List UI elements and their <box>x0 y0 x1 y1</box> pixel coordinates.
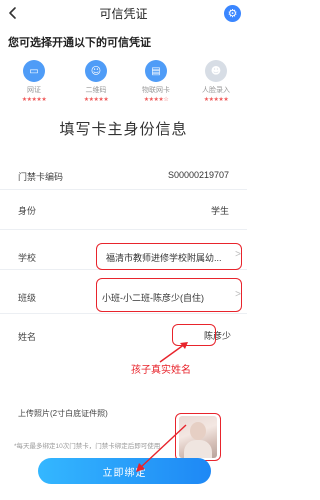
face-icon: ☻ <box>205 60 227 82</box>
photo-highlight <box>175 413 221 461</box>
identity-row: 身份 学生 <box>0 190 247 230</box>
option-face[interactable]: ☻ 人脸录入 ★★★★★ <box>188 60 244 103</box>
option-label: 网证 <box>27 87 41 94</box>
rating-stars: ★★★★☆ <box>143 96 169 103</box>
form-title: 填写卡主身份信息 <box>59 121 188 138</box>
card-number-label: 门禁卡编码 <box>18 172 64 182</box>
school-label: 学校 <box>18 253 37 263</box>
photo-upload-label: 上传照片(2寸白底证件照) <box>18 409 108 418</box>
option-iot-card[interactable]: ▤ 物联网卡 ★★★★☆ <box>128 60 184 103</box>
identity-value: 学生 <box>210 206 229 216</box>
class-highlight <box>96 278 242 312</box>
option-label: 二维码 <box>85 87 107 94</box>
name-highlight <box>172 324 216 346</box>
annotation-hint: 孩子真实姓名 <box>131 365 191 376</box>
settings-icon[interactable]: ⚙ <box>224 5 241 22</box>
binding-note: *每天最多绑定10次门禁卡，门禁卡绑定后即可使用 <box>14 443 161 450</box>
option-label: 物联网卡 <box>142 87 170 94</box>
rating-stars: ★★★★★ <box>203 96 229 103</box>
option-label: 人脸录入 <box>202 87 230 94</box>
rating-stars: ★★★★★ <box>21 96 47 103</box>
top-bar: 可信凭证 ⚙ <box>0 0 247 27</box>
back-arrow-icon[interactable] <box>6 6 20 20</box>
user-icon: ☺ <box>85 60 107 82</box>
page-title: 可信凭证 <box>99 7 148 21</box>
rating-stars: ★★★★★ <box>83 96 109 103</box>
card-number-row: 门禁卡编码 S00000219707 <box>0 160 247 190</box>
bind-now-button[interactable]: 立即绑定 <box>38 458 211 484</box>
credential-subtitle: 您可选择开通以下的可信凭证 <box>8 37 151 49</box>
id-card-icon: ▭ <box>23 60 45 82</box>
identity-label: 身份 <box>18 206 37 216</box>
option-net-id[interactable]: ▭ 网证 ★★★★★ <box>6 60 62 103</box>
class-label: 班级 <box>18 293 37 303</box>
school-highlight <box>96 243 242 270</box>
credential-options: ▭ 网证 ★★★★★ ☺ 二维码 ★★★★★ ▤ 物联网卡 ★★★★☆ ☻ 人脸… <box>0 60 247 110</box>
card-number-value: S00000219707 <box>167 170 229 180</box>
option-qrcode[interactable]: ☺ 二维码 ★★★★★ <box>68 60 124 103</box>
name-label: 姓名 <box>18 332 37 342</box>
card-icon: ▤ <box>145 60 167 82</box>
